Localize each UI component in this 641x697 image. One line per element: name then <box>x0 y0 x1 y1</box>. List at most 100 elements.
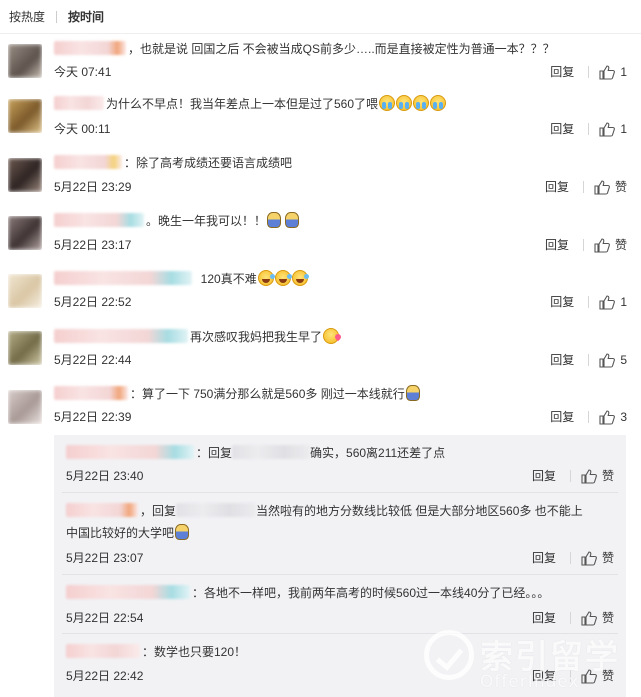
action-divider <box>588 296 590 308</box>
reply-item: ：回复 确实，560离211还差了点 5月22日 23:40 回复 赞 <box>54 441 626 491</box>
avatar[interactable] <box>8 44 42 78</box>
doll-emoji-icon <box>175 524 190 540</box>
reply-button[interactable]: 回复 <box>550 352 574 368</box>
reply-item: ，回复 当然啦有的地方分数线比较低 但是大部分地区560多 也不能上 中国比较好的… <box>54 499 626 571</box>
like-button[interactable]: 赞 <box>581 610 614 626</box>
avatar[interactable] <box>8 331 42 365</box>
reply-button[interactable]: 回复 <box>545 237 569 253</box>
comment-text: ：除了高考成绩还要语言成绩吧 <box>124 156 293 170</box>
reply-button[interactable]: 回复 <box>532 550 556 566</box>
like-button[interactable]: 5 <box>599 352 627 368</box>
comment-item: ，也就是说 回国之后 不会被当成QS前多少…..而是直接被定性为普通一本？？？ … <box>0 36 641 88</box>
thumbs-up-icon <box>599 352 616 368</box>
reply-text-continued: 中国比较好的大学吧 <box>66 526 175 540</box>
user-name[interactable] <box>66 644 140 658</box>
thumbs-up-icon <box>594 237 610 253</box>
sort-divider <box>56 10 58 23</box>
thumbs-up-icon <box>581 468 597 484</box>
doll-emoji-icon <box>405 385 420 401</box>
doll-emoji-icon <box>285 212 300 228</box>
like-count: 1 <box>620 295 627 309</box>
comment-time: 5月22日 23:29 <box>54 180 132 194</box>
watermark-title: 索引留学 <box>480 637 620 676</box>
avatar[interactable] <box>8 274 42 308</box>
like-button[interactable]: 赞 <box>594 237 627 253</box>
reply-button[interactable]: 回复 <box>532 610 556 626</box>
sort-by-time-tab[interactable]: 按时间 <box>68 8 104 25</box>
avatar[interactable] <box>8 99 42 133</box>
crying-emoji-icon <box>396 95 413 111</box>
comment-actions: 回复 1 <box>550 294 627 310</box>
comment-text: 120真不难 <box>200 272 257 286</box>
action-divider <box>588 354 590 366</box>
avatar[interactable] <box>8 390 42 424</box>
reply-time: 5月22日 22:54 <box>66 611 144 625</box>
reply-prefix: ：回复 <box>196 446 233 460</box>
crying-emoji-icon <box>413 95 430 111</box>
reply-button[interactable]: 回复 <box>532 468 556 484</box>
watermark-logo: 索引留学 OfferIndex <box>424 628 634 694</box>
like-button[interactable]: 赞 <box>594 179 627 195</box>
comment-item: 为什么不早点！我当年差点上一本但是过了560了喂 今天 00:11 回复 1 <box>0 93 641 145</box>
laugh-cry-emoji-icon <box>274 270 292 286</box>
user-name[interactable] <box>66 445 194 459</box>
thumbs-up-icon <box>581 610 597 626</box>
comment-text: 为什么不早点！我当年差点上一本但是过了560了喂 <box>106 97 379 111</box>
user-name[interactable] <box>54 155 122 169</box>
user-name[interactable] <box>54 271 192 285</box>
reply-text: ：各地不一样吧，我前两年高考的时候560过一本线40分了已经。。。 <box>192 586 550 600</box>
like-button[interactable]: 3 <box>599 409 627 425</box>
user-name[interactable] <box>54 329 188 343</box>
like-count: 赞 <box>614 238 627 252</box>
reply-button[interactable]: 回复 <box>545 179 569 195</box>
user-name[interactable] <box>54 41 126 55</box>
action-divider <box>569 470 571 482</box>
reply-button[interactable]: 回复 <box>550 121 574 137</box>
avatar[interactable] <box>8 216 42 250</box>
like-label: 赞 <box>601 611 614 625</box>
thumbs-up-icon <box>581 550 597 566</box>
comment-time: 5月22日 22:44 <box>54 353 132 367</box>
reply-button[interactable]: 回复 <box>550 64 574 80</box>
comment-item: ：除了高考成绩还要语言成绩吧 5月22日 23:29 回复 赞 <box>0 152 641 204</box>
reply-text: 当然啦有的地方分数线比较低 但是大部分地区560多 也不能上 <box>256 504 583 518</box>
comment-text: 再次感叹我妈把我生早了 <box>190 330 323 344</box>
reply-actions: 回复 赞 <box>532 550 614 566</box>
thumbs-up-icon <box>599 64 616 80</box>
like-button[interactable]: 赞 <box>581 468 614 484</box>
like-count: 1 <box>620 122 627 136</box>
comment-actions: 回复 赞 <box>545 179 627 195</box>
laugh-cry-emoji-icon <box>257 270 275 286</box>
user-name[interactable] <box>54 213 144 227</box>
reply-button[interactable]: 回复 <box>550 409 574 425</box>
action-divider <box>582 239 584 251</box>
like-button[interactable]: 1 <box>599 294 627 310</box>
crying-emoji-icon <box>379 95 396 111</box>
comment-actions: 回复 5 <box>550 352 627 368</box>
like-label: 赞 <box>601 469 614 483</box>
user-name[interactable] <box>54 96 104 110</box>
reply-button[interactable]: 回复 <box>550 294 574 310</box>
reply-text: 确实，560离211还差了点 <box>310 446 446 460</box>
kiss-emoji-icon <box>323 328 340 344</box>
comment-time: 5月22日 23:17 <box>54 238 132 252</box>
user-name[interactable] <box>54 386 128 400</box>
like-button[interactable]: 1 <box>599 121 627 137</box>
avatar[interactable] <box>8 158 42 192</box>
mentioned-user[interactable] <box>232 445 311 459</box>
thumbs-up-icon <box>599 294 616 310</box>
like-button[interactable]: 赞 <box>581 550 614 566</box>
doll-emoji-icon <box>267 212 282 228</box>
mentioned-user[interactable] <box>176 503 257 517</box>
comment-time: 今天 07:41 <box>54 65 112 79</box>
like-count: 赞 <box>614 180 627 194</box>
reply-time: 5月22日 23:07 <box>66 551 144 565</box>
action-divider <box>582 181 584 193</box>
like-button[interactable]: 1 <box>599 64 627 80</box>
sort-by-hot-tab[interactable]: 按热度 <box>9 8 45 25</box>
comment-text: ：算了一下 750满分那么就是560多 刚过一本线就行 <box>130 387 405 401</box>
user-name[interactable] <box>66 503 138 517</box>
user-name[interactable] <box>66 585 190 599</box>
check-circle-icon <box>424 630 474 680</box>
crying-emoji-icon <box>430 95 447 111</box>
